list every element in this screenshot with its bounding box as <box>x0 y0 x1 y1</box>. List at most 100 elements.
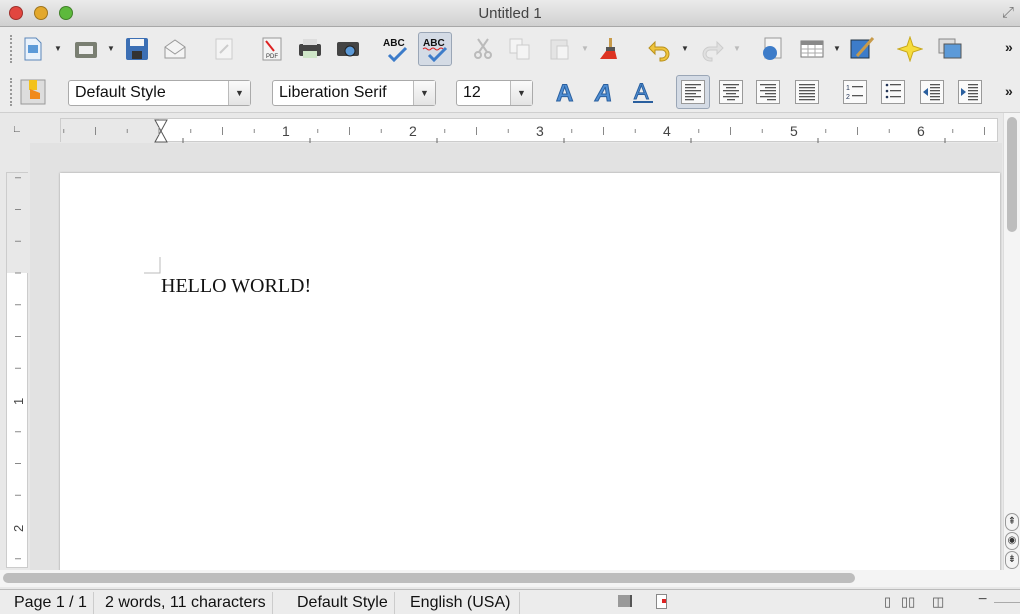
table-button[interactable] <box>795 32 829 66</box>
insert-mode-icon[interactable] <box>618 595 632 607</box>
gallery-icon <box>938 38 962 59</box>
document-modified-icon[interactable] <box>656 594 667 609</box>
table-dropdown-arrow-icon[interactable]: ▼ <box>833 44 841 53</box>
svg-text:A: A <box>556 80 573 105</box>
tab-stop-icon[interactable]: ∟ <box>12 124 22 135</box>
vertical-scrollbar[interactable]: ⇞ ◉ ⇟ <box>1003 113 1020 570</box>
document-page[interactable] <box>60 173 1000 573</box>
multi-page-view-icon[interactable]: ▯▯ <box>901 594 915 610</box>
export-pdf-button[interactable]: PDF <box>255 32 289 66</box>
underline-button[interactable]: A <box>626 75 660 109</box>
italic-icon: A <box>594 80 613 106</box>
gallery-button[interactable] <box>933 32 967 66</box>
redo-button[interactable] <box>695 32 729 66</box>
horizontal-scrollbar[interactable] <box>0 570 1020 587</box>
font-size-value: 12 <box>463 84 481 101</box>
vertical-scroll-thumb[interactable] <box>1007 117 1017 232</box>
numbering-button[interactable]: 12 <box>838 75 872 109</box>
font-name-value: Liberation Serif <box>279 84 387 101</box>
new-doc-icon <box>24 37 42 61</box>
horizontal-scroll-thumb[interactable] <box>3 573 855 583</box>
book-view-icon[interactable]: ◫ <box>932 594 944 610</box>
standard-toolbar: ▼ ▼ PDF ABC ABC ▼ ▼ ▼ ▼ » <box>0 27 1020 71</box>
svg-text:A: A <box>634 79 649 104</box>
zoom-slider[interactable] <box>994 602 1020 603</box>
zoom-out-icon[interactable]: − <box>978 591 987 609</box>
autospell-icon: ABC <box>422 38 448 63</box>
bullet-list-icon <box>881 80 905 104</box>
align-left-button[interactable] <box>676 75 710 109</box>
toolbar-grip[interactable] <box>10 78 13 106</box>
styles-button[interactable] <box>16 75 50 109</box>
clone-formatting-button[interactable] <box>593 32 627 66</box>
open-dropdown-arrow-icon[interactable]: ▼ <box>107 44 115 53</box>
preview-icon <box>337 42 359 57</box>
save-button[interactable] <box>120 32 154 66</box>
previous-page-icon[interactable]: ⇞ <box>1005 513 1019 531</box>
align-right-button[interactable] <box>751 75 785 109</box>
formatting-toolbar: Default Style ▼ Liberation Serif ▼ 12 ▼ … <box>0 71 1020 113</box>
fullscreen-icon[interactable]: ⤢ <box>1002 4 1014 21</box>
chevron-down-icon[interactable]: ▼ <box>228 81 250 105</box>
spelling-button[interactable]: ABC <box>378 32 412 66</box>
paragraph-style-combo[interactable]: Default Style ▼ <box>68 80 251 106</box>
drawing-button[interactable] <box>845 32 879 66</box>
decrease-indent-button[interactable] <box>915 75 949 109</box>
toolbar-grip[interactable] <box>10 35 13 63</box>
bullets-button[interactable] <box>876 75 910 109</box>
font-name-combo[interactable]: Liberation Serif ▼ <box>272 80 436 106</box>
ruler-label: 1 <box>282 123 290 139</box>
justify-button[interactable] <box>790 75 824 109</box>
toolbar-overflow-button[interactable]: » <box>1005 39 1013 55</box>
ruler-label: 5 <box>790 123 798 139</box>
font-size-combo[interactable]: 12 ▼ <box>456 80 533 106</box>
bold-button[interactable]: A <box>550 75 584 109</box>
vertical-ruler[interactable]: 12 <box>6 172 29 568</box>
paste-dropdown-arrow-icon[interactable]: ▼ <box>581 44 589 53</box>
chevron-down-icon[interactable]: ▼ <box>510 81 532 105</box>
undo-dropdown-arrow-icon[interactable]: ▼ <box>681 44 689 53</box>
align-center-button[interactable] <box>714 75 748 109</box>
paste-button[interactable] <box>543 32 577 66</box>
star-icon <box>897 36 923 62</box>
chevron-down-icon[interactable]: ▼ <box>413 81 435 105</box>
navigator-button[interactable] <box>755 32 789 66</box>
paragraph-style-value: Default Style <box>75 84 166 101</box>
document-text[interactable]: HELLO WORLD! <box>161 275 311 298</box>
page-style[interactable]: Default Style <box>291 592 395 614</box>
align-center-icon <box>719 80 743 104</box>
new-document-button[interactable] <box>16 32 50 66</box>
italic-button[interactable]: A <box>588 75 622 109</box>
autospellcheck-button[interactable]: ABC <box>418 32 452 66</box>
new-document-dropdown-arrow-icon[interactable]: ▼ <box>54 44 62 53</box>
spellcheck-icon: ABC <box>383 38 408 63</box>
next-page-icon[interactable]: ⇟ <box>1005 551 1019 569</box>
redo-dropdown-arrow-icon[interactable]: ▼ <box>733 44 741 53</box>
print-preview-button[interactable] <box>331 32 365 66</box>
navigator-star-button[interactable] <box>893 32 927 66</box>
undo-button[interactable] <box>643 32 677 66</box>
svg-text:1: 1 <box>846 85 850 92</box>
svg-text:PDF: PDF <box>266 54 278 60</box>
increase-indent-button[interactable] <box>953 75 987 109</box>
ruler-label: 1 <box>11 398 26 405</box>
open-button[interactable] <box>69 32 103 66</box>
edit-mode-button[interactable] <box>207 32 241 66</box>
print-button[interactable] <box>293 32 327 66</box>
globe-doc-icon <box>763 37 782 60</box>
toolbar-overflow-button[interactable]: » <box>1005 83 1013 99</box>
email-button[interactable] <box>158 32 192 66</box>
word-count[interactable]: 2 words, 11 characters <box>99 592 273 614</box>
single-page-view-icon[interactable]: ▯ <box>884 594 891 610</box>
underline-icon: A <box>633 79 653 105</box>
title-bar: Untitled 1 ⤢ <box>0 0 1020 27</box>
cut-button[interactable] <box>466 32 500 66</box>
page-count[interactable]: Page 1 / 1 <box>8 592 94 614</box>
paintbrush-icon <box>600 38 617 59</box>
draw-icon <box>850 37 875 59</box>
copy-button[interactable] <box>503 32 537 66</box>
navigation-icon[interactable]: ◉ <box>1005 532 1019 550</box>
ruler-label: 6 <box>917 123 925 139</box>
language[interactable]: English (USA) <box>404 592 520 614</box>
horizontal-ruler[interactable]: 1 2 3 4 5 6 <box>60 118 998 143</box>
